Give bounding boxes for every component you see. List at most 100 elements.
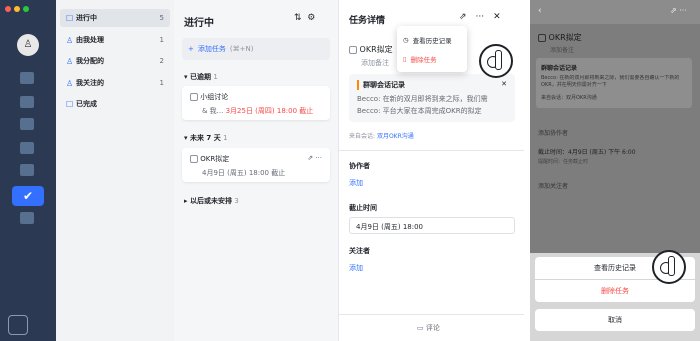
chat-record-card[interactable]: 群聊会话记录 Becco: 在新的双月即将到来之际，我们需要各自确认一下新的 O… <box>536 58 692 108</box>
due-date-field[interactable]: 4月9日 (周五) 18:00 <box>349 217 515 234</box>
collaborator-label: 协作者 <box>349 162 370 170</box>
divider <box>339 150 525 151</box>
person-icon: ♙ <box>66 35 74 45</box>
source-label: 来自会话: <box>349 133 376 140</box>
hand-cursor-icon <box>479 44 513 78</box>
calendar-icon[interactable] <box>20 96 34 108</box>
nav-count: 5 <box>159 14 164 22</box>
follower-label: 关注者 <box>349 247 370 255</box>
group-count: 3 <box>234 197 239 205</box>
trash-icon: ▯ <box>403 54 407 63</box>
add-task-hint: (⌘+N) <box>229 45 254 53</box>
task-title: 小组讨论 <box>200 93 229 101</box>
settings-icon[interactable]: ⚙ <box>307 13 315 23</box>
nav-item-following[interactable]: ♙ 我关注的 1 <box>60 74 170 92</box>
comment-button[interactable]: ▭ 评论 <box>417 323 440 333</box>
chat-line: Becco: 在新的双月即将到来之际，我们需要各自确认一下新的 OKR，并在明天… <box>541 75 680 88</box>
task-due: 4月9日 (周五) 18:00 截止 <box>202 169 286 177</box>
group-next-7-days[interactable]: ▾ 未来 7 天 1 <box>184 133 228 143</box>
add-follower-button[interactable]: 添加 <box>349 263 363 273</box>
chat-record-card[interactable]: 群聊会话记录 ✕ Becco: 在新的双月即将到来之际，我们需 Becco: 平… <box>349 74 515 122</box>
task-checkbox[interactable] <box>349 45 357 54</box>
task-title[interactable]: OKR拟定 <box>360 45 393 54</box>
tasks-icon[interactable]: ✔ <box>12 186 44 206</box>
back-icon[interactable]: ‹ <box>538 6 542 16</box>
nav-count: 1 <box>159 36 164 44</box>
add-task-label: 添加任务 <box>197 45 226 53</box>
task-assignee: & 我... <box>202 107 224 115</box>
detail-header-icons: ⇗ ··· ✕ <box>459 12 501 22</box>
share-icon[interactable]: ⇗ ··· <box>307 154 322 162</box>
task-title: OKR拟定 <box>548 33 582 42</box>
group-label: 以后或未安排 <box>189 197 232 205</box>
app-rail: ♙ ✔ <box>0 0 56 341</box>
close-icon[interactable]: ✕ <box>493 12 501 22</box>
detail-title: 任务详情 <box>349 16 386 26</box>
note-field[interactable]: 添加备注 <box>361 58 389 68</box>
clock-icon: ◷ <box>403 35 409 44</box>
task-checkbox[interactable] <box>190 155 198 163</box>
nav-item-assigned-by-me[interactable]: ♙ 我分配的 2 <box>60 52 170 70</box>
person-icon: ♙ <box>66 78 74 88</box>
detail-task-row: OKR拟定 <box>349 44 393 55</box>
list-title: 进行中 <box>184 18 214 29</box>
chat-icon[interactable] <box>20 72 34 84</box>
cancel-button[interactable]: 取消 <box>535 309 695 331</box>
group-count: 1 <box>213 73 218 81</box>
sort-icon[interactable]: ⇅ <box>294 13 302 23</box>
nav-count: 2 <box>159 57 164 65</box>
add-collaborator-button[interactable]: 添加协作者 <box>538 128 568 137</box>
add-follower-button[interactable]: 添加关注者 <box>538 181 568 190</box>
group-count: 1 <box>223 134 228 142</box>
nav-label: 我分配的 <box>76 57 104 65</box>
task-title: OKR拟定 <box>200 155 230 163</box>
nav-item-assigned-to-me[interactable]: ♙ 由我处理 1 <box>60 31 170 49</box>
nav-label: 我关注的 <box>76 79 104 87</box>
task-card[interactable]: 小组讨论 & 我... 3月25日 (周四) 18:00 截止 <box>182 86 330 120</box>
mobile-view: ‹ ⇗ ··· OKR拟定 添加备注 群聊会话记录 Becco: 在新的双月即将到… <box>530 0 700 341</box>
add-collaborator-button[interactable]: 添加 <box>349 178 363 188</box>
person-icon: ♙ <box>66 56 74 66</box>
nav-label: 进行中 <box>76 14 97 22</box>
due-reminder: 提醒时间：任务截止时 <box>538 159 589 165</box>
comment-icon: ▭ <box>417 324 424 332</box>
chat-line: Becco: 平台大家在本周完成OKR的拟定 <box>357 107 482 115</box>
task-card[interactable]: OKR拟定 ⇗ ··· 4月9日 (周五) 18:00 截止 <box>182 148 330 182</box>
mobile-header: ‹ ⇗ ··· <box>530 0 700 24</box>
add-task-button[interactable]: + 添加任务 (⌘+N) <box>182 38 330 60</box>
group-overdue[interactable]: ▾ 已逾期 1 <box>184 72 218 82</box>
delete-task-menu-item[interactable]: ▯ 删除任务 <box>403 49 461 68</box>
group-label: 已逾期 <box>189 73 211 81</box>
docs-icon[interactable] <box>20 118 34 130</box>
share-icon[interactable]: ⇗ ··· <box>670 6 687 15</box>
nav-item-in-progress[interactable]: ☐ 进行中 5 <box>60 9 170 27</box>
mobile-due-row[interactable]: 截止时间：4月9日 (周五) 下午 6:00 提醒时间：任务截止时 <box>538 147 636 165</box>
more-icon[interactable] <box>8 315 28 335</box>
more-menu: ◷ 查看历史记录 ▯ 删除任务 <box>397 26 467 72</box>
divider <box>339 314 525 315</box>
nav-item-completed[interactable]: ☐ 已完成 <box>60 95 170 113</box>
share-icon[interactable]: ⇗ <box>459 12 467 22</box>
close-icon[interactable]: ✕ <box>501 80 507 88</box>
view-history-menu-item[interactable]: ◷ 查看历史记录 <box>403 30 461 49</box>
contacts-icon[interactable] <box>20 142 34 154</box>
task-nav: ☐ 进行中 5 ♙ 由我处理 1 ♙ 我分配的 2 ♙ 我关注的 1 ☐ 已完成 <box>56 0 174 341</box>
source-link[interactable]: 双月OKR沟通 <box>377 133 414 140</box>
hand-cursor-icon <box>652 250 686 284</box>
window-controls[interactable] <box>5 6 29 12</box>
apps-icon[interactable] <box>20 164 34 176</box>
note-field[interactable]: 添加备注 <box>550 45 574 54</box>
menu-label: 删除任务 <box>410 55 437 64</box>
task-checkbox[interactable] <box>538 33 546 42</box>
task-checkbox[interactable] <box>190 93 198 101</box>
source-link[interactable]: 来自会话：双月OKR沟通 <box>541 94 687 101</box>
task-list-panel: 进行中 ⇅ ⚙ + 添加任务 (⌘+N) ▾ 已逾期 1 小组讨论 & 我... 3… <box>174 0 338 341</box>
video-icon[interactable] <box>20 212 34 224</box>
chat-record-title: 群聊会话记录 <box>541 65 578 72</box>
chat-line: Becco: 在新的双月即将到来之际，我们需 <box>357 95 488 103</box>
avatar[interactable]: ♙ <box>17 34 39 56</box>
more-icon[interactable]: ··· <box>476 12 485 22</box>
mobile-task-title: OKR拟定 <box>538 32 582 43</box>
group-later[interactable]: ▸ 以后或未安排 3 <box>184 196 239 206</box>
due-label: 截止时间 <box>349 204 377 212</box>
